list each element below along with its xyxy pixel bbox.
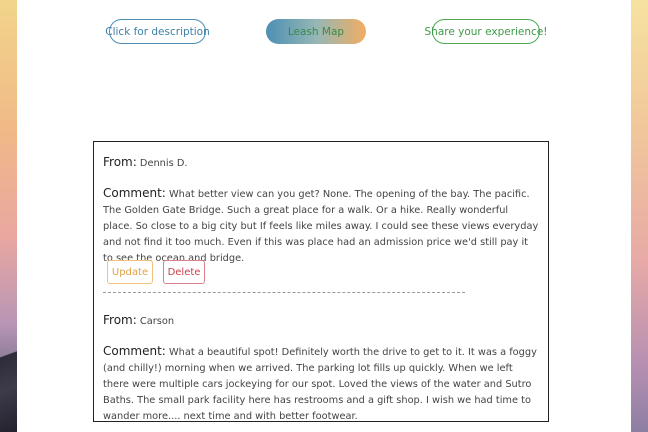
review-from: From: Carson	[103, 312, 539, 330]
review-from: From: Dennis D.	[103, 154, 539, 172]
review-comment: Comment: What better view can you get? N…	[103, 185, 539, 267]
review-comment-text: What a beautiful spot! Definitely worth …	[103, 347, 537, 422]
from-label: From:	[103, 313, 137, 327]
from-label: From:	[103, 155, 137, 169]
comment-label: Comment:	[103, 186, 166, 200]
review-comment-text: What better view can you get? None. The …	[103, 189, 539, 264]
update-button[interactable]: Update	[107, 260, 153, 284]
background-right-edge	[631, 0, 648, 432]
comment-label: Comment:	[103, 344, 166, 358]
reviews-box: From: Dennis D. Comment: What better vie…	[93, 141, 549, 422]
delete-button[interactable]: Delete	[163, 260, 205, 284]
review-author: Carson	[139, 316, 175, 327]
review-author: Dennis D.	[139, 158, 188, 169]
review-item: From: Carson Comment: What a beautiful s…	[103, 312, 539, 422]
background-left-edge	[0, 0, 17, 432]
review-divider	[103, 292, 465, 293]
review-item: From: Dennis D. Comment: What better vie…	[103, 154, 539, 267]
share-experience-button[interactable]: Share your experience!	[425, 19, 548, 44]
leash-map-button[interactable]: Leash Map	[266, 19, 366, 44]
description-button[interactable]: Click for description	[105, 19, 210, 44]
review-comment: Comment: What a beautiful spot! Definite…	[103, 343, 539, 422]
